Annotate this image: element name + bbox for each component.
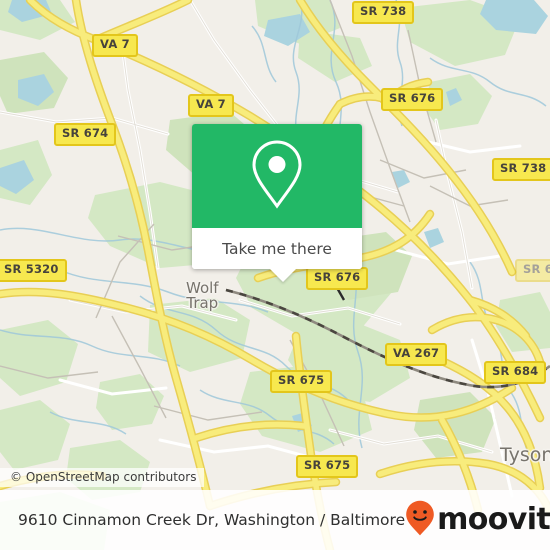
road-shield: SR 676 — [381, 88, 444, 111]
road-shield: SR 675 — [296, 455, 359, 478]
take-me-there-label: Take me there — [222, 239, 332, 258]
road-shield: SR 738 — [352, 1, 415, 24]
moovit-pin-smiley-icon — [405, 500, 435, 541]
osm-attribution[interactable]: © OpenStreetMap contributors — [0, 468, 205, 487]
road-shield: SR 675 — [270, 370, 333, 393]
road-shield: SR 684 — [484, 361, 547, 384]
popup-pointer-tail — [269, 268, 297, 282]
road-shield: SR 5320 — [0, 259, 67, 282]
place-label: Tysons — [500, 444, 550, 466]
road-shield: VA 7 — [188, 94, 234, 117]
map-pin-icon — [248, 138, 306, 215]
road-shield: SR 674 — [54, 123, 117, 146]
popup-header — [192, 124, 362, 228]
road-shield: SR 684 — [515, 259, 550, 282]
map-screen: VA 7 VA 7 SR 674 SR 738 SR 676 SR 738 SR 5320 S… — [0, 0, 550, 550]
road-shield: VA 7 — [92, 34, 138, 57]
moovit-wordmark: moovit — [437, 502, 550, 537]
footer-bar: 9610 Cinnamon Creek Dr, Washington / Bal… — [0, 490, 550, 550]
place-label: Wolf Trap — [186, 279, 219, 313]
popup-action-row[interactable]: Take me there — [192, 228, 362, 269]
address-label: 9610 Cinnamon Creek Dr, Washington / Bal… — [18, 511, 406, 529]
road-shield: SR 676 — [306, 267, 369, 290]
location-popup-card[interactable]: Take me there — [192, 124, 362, 282]
moovit-logo[interactable]: moovit — [405, 500, 550, 541]
road-shield: VA 267 — [385, 343, 448, 366]
road-shield: SR 738 — [492, 158, 550, 181]
